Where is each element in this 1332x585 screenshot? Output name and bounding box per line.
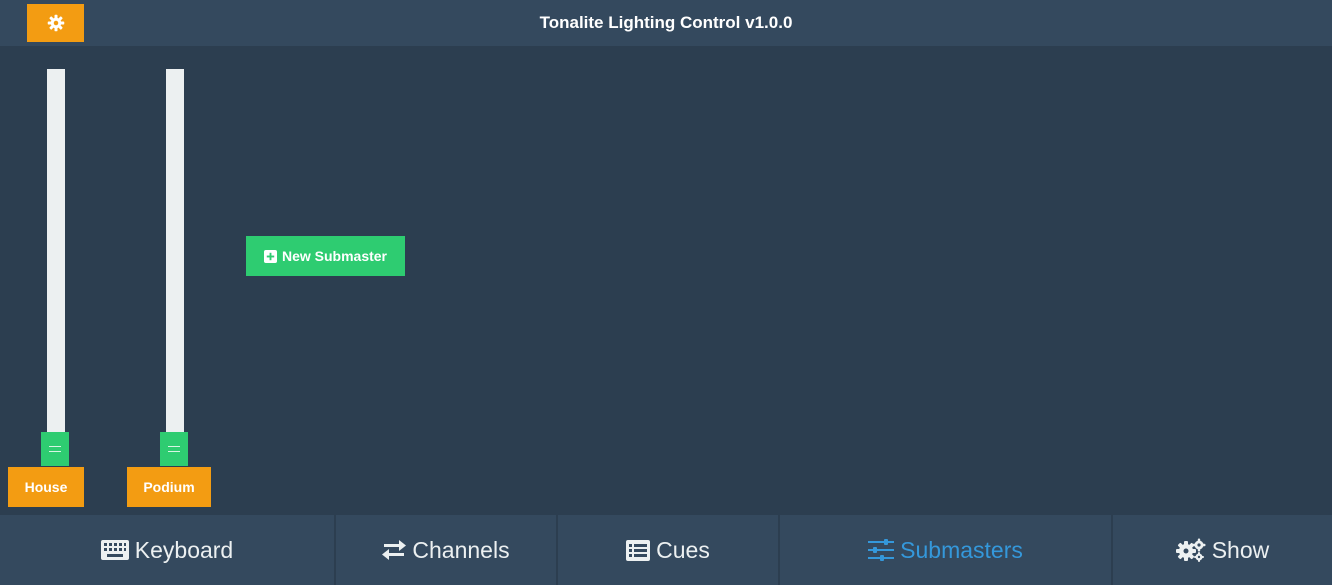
tab-keyboard-label: Keyboard	[134, 536, 234, 563]
tab-submasters[interactable]: Submasters	[778, 515, 1111, 585]
tab-submasters-label: Submasters	[900, 536, 1023, 563]
fader-label-house[interactable]: House	[8, 467, 84, 507]
plus-square-icon	[263, 249, 277, 263]
list-icon	[626, 539, 651, 561]
fader-track[interactable]	[166, 69, 184, 444]
header-bar: Tonalite Lighting Control v1.0.0	[0, 0, 1332, 46]
keyboard-icon	[100, 540, 129, 560]
bottom-nav: Keyboard Channels Cues Submasters Show	[0, 515, 1332, 585]
tab-show[interactable]: Show	[1111, 515, 1332, 585]
tab-cues[interactable]: Cues	[556, 515, 778, 585]
tab-cues-label: Cues	[656, 536, 710, 563]
new-submaster-button[interactable]: New Submaster	[246, 236, 405, 276]
tab-channels[interactable]: Channels	[334, 515, 556, 585]
tab-keyboard[interactable]: Keyboard	[0, 515, 334, 585]
sliders-icon	[868, 539, 895, 561]
fader-label-podium[interactable]: Podium	[127, 467, 211, 507]
exchange-icon	[382, 540, 407, 560]
tab-channels-label: Channels	[412, 536, 510, 563]
tab-show-label: Show	[1211, 536, 1270, 563]
app-title: Tonalite Lighting Control v1.0.0	[539, 13, 793, 32]
fader-handle[interactable]	[160, 432, 188, 466]
grip-icon	[168, 446, 180, 452]
cogs-icon	[1175, 538, 1206, 562]
fader-track[interactable]	[47, 69, 65, 444]
grip-icon	[49, 446, 61, 452]
fader-handle[interactable]	[41, 432, 69, 466]
new-submaster-label: New Submaster	[281, 248, 388, 264]
submasters-panel: House Podium New Submaster	[0, 46, 1332, 515]
